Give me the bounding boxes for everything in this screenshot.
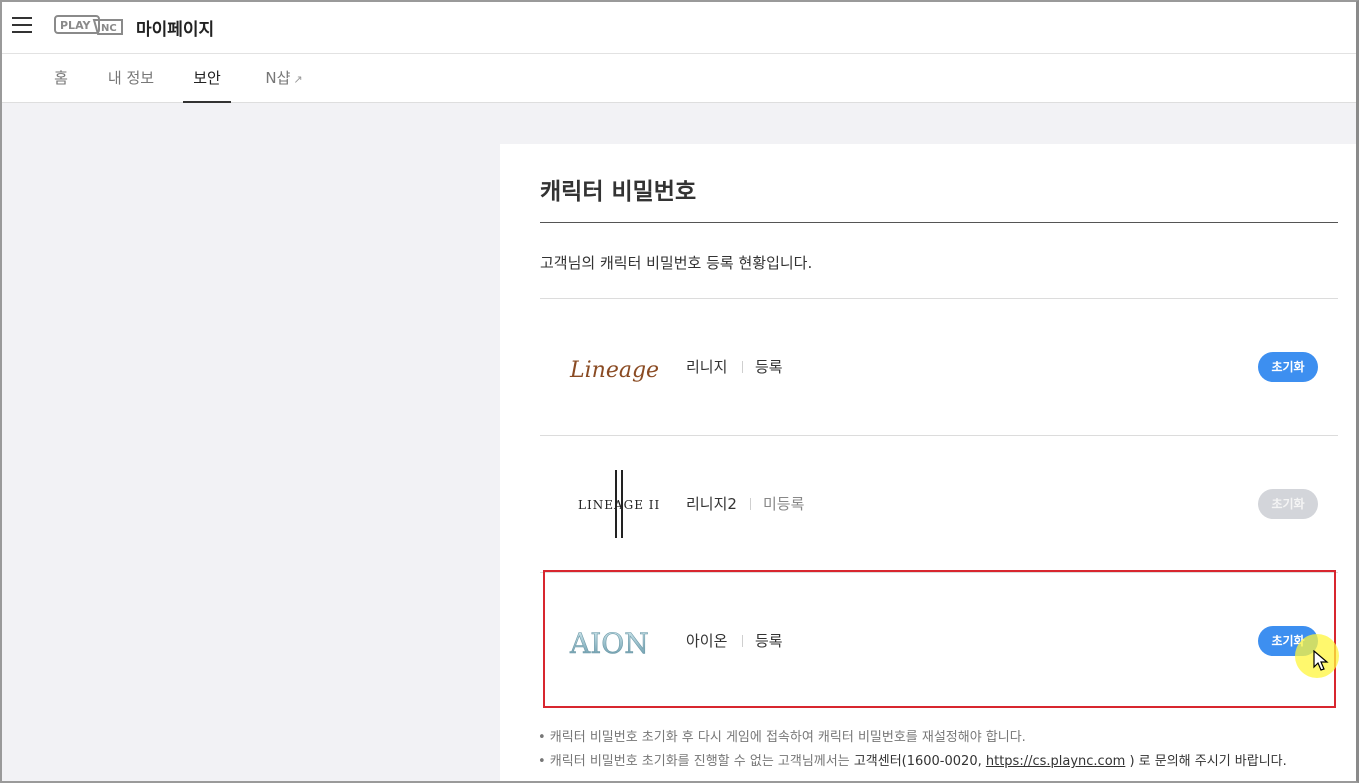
aion-logo: AION [569, 627, 649, 661]
game-row-lineage: Lineage 리니지 등록 초기화 [540, 299, 1338, 435]
game-name: 아이온 [686, 632, 728, 650]
page-title: 마이페이지 [136, 20, 215, 40]
tab-nshop-label: N샵 [265, 69, 291, 87]
notes: • 캐릭터 비밀번호 초기화 후 다시 게임에 접속하여 캐릭터 비밀번호를 재… [538, 726, 1287, 774]
plaync-logo[interactable]: PLAY NC [54, 14, 124, 36]
lineage2-logo: LINEAGE II [578, 470, 660, 538]
reset-button-lineage2: 초기화 [1258, 489, 1318, 519]
customer-center-phone: (1600-0020, [901, 754, 986, 769]
note-line-2-prefix: • 캐릭터 비밀번호 초기화를 진행할 수 없는 고객님께서는 [538, 754, 854, 769]
svg-text:Lineage: Lineage [569, 358, 659, 383]
registration-status: 등록 [755, 632, 783, 650]
title-divider [540, 222, 1338, 223]
character-password-card: 캐릭터 비밀번호 고객님의 캐릭터 비밀번호 등록 현황입니다. Lineage… [500, 144, 1359, 783]
divider [742, 361, 743, 373]
section-description: 고객님의 캐릭터 비밀번호 등록 현황입니다. [540, 254, 813, 272]
divider [750, 498, 751, 510]
top-header: PLAY NC 마이페이지 [0, 0, 1359, 54]
note-line-2: • 캐릭터 비밀번호 초기화를 진행할 수 없는 고객님께서는 고객센터(160… [538, 750, 1287, 774]
customer-center-link[interactable]: https://cs.plaync.com [986, 754, 1125, 769]
divider [742, 635, 743, 647]
game-row-lineage2: LINEAGE II 리니지2 미등록 초기화 [540, 436, 1338, 572]
external-link-icon: ↗ [293, 73, 303, 86]
game-name: 리니지2 [686, 495, 737, 513]
game-row-aion: AION 아이온 등록 초기화 [540, 573, 1338, 709]
reset-button-aion[interactable]: 초기화 [1258, 626, 1318, 656]
tab-my-info[interactable]: 내 정보 [107, 54, 155, 102]
svg-text:PLAY: PLAY [60, 19, 92, 32]
customer-center-label: 고객센터 [853, 754, 902, 769]
tab-security[interactable]: 보안 [183, 54, 231, 103]
svg-text:LINEAGE II: LINEAGE II [578, 498, 660, 512]
svg-text:NC: NC [101, 23, 117, 34]
hamburger-menu-icon[interactable] [12, 17, 32, 33]
tab-home[interactable]: 홈 [52, 54, 70, 102]
section-title: 캐릭터 비밀번호 [540, 179, 697, 205]
game-name: 리니지 [686, 358, 728, 376]
tab-nshop[interactable]: N샵 ↗ [262, 54, 306, 102]
registration-status: 등록 [755, 358, 783, 376]
lineage-logo: Lineage [569, 358, 659, 383]
main-nav: 홈 내 정보 보안 N샵 ↗ [0, 54, 1359, 103]
svg-text:AION: AION [569, 627, 649, 660]
registration-status: 미등록 [763, 495, 805, 513]
note-line-2-suffix: ) 로 문의해 주시기 바랍니다. [1125, 754, 1287, 769]
note-line-1: • 캐릭터 비밀번호 초기화 후 다시 게임에 접속하여 캐릭터 비밀번호를 재… [538, 730, 1026, 745]
reset-button-lineage[interactable]: 초기화 [1258, 352, 1318, 382]
